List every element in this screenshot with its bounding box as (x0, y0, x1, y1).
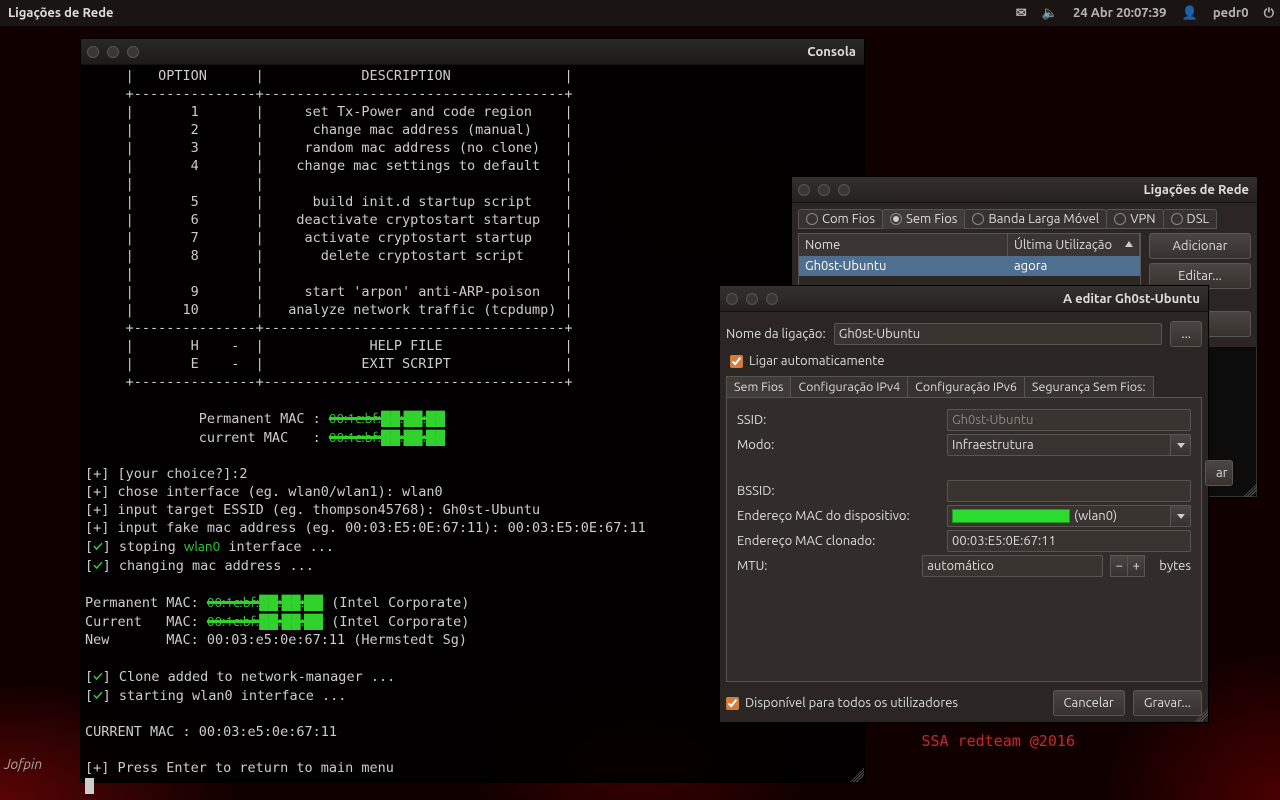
nm-titlebar[interactable]: Ligações de Rede (792, 177, 1257, 203)
radio-icon (806, 213, 818, 225)
bssid-input[interactable] (947, 480, 1191, 502)
connection-type-tab[interactable]: Sem Fios (882, 209, 965, 229)
col-name-header[interactable]: Nome (799, 234, 1008, 256)
system-tray: ✉ 🔈 24 Abr 20:07:39 👤 pedr0 ⏻ (1010, 6, 1280, 21)
edit-connection-dialog: A editar Gh0st-Ubuntu Nome da ligação: .… (719, 285, 1209, 723)
mail-icon[interactable]: ✉ (1016, 6, 1027, 20)
chevron-down-icon[interactable] (1171, 434, 1191, 456)
radio-icon (890, 213, 902, 225)
available-all-users-label: Disponível para todos os utilizadores (745, 696, 958, 710)
edit-tab[interactable]: Configuração IPv6 (907, 376, 1025, 397)
connection-lastused: agora (1008, 256, 1140, 276)
auto-connect-checkbox[interactable] (730, 355, 743, 368)
terminal-titlebar[interactable]: Consola (81, 39, 864, 65)
ssid-input[interactable] (947, 409, 1191, 431)
chevron-down-icon[interactable] (1171, 505, 1191, 527)
nm-title: Ligações de Rede (850, 183, 1251, 197)
mtu-input[interactable] (922, 555, 1103, 577)
connection-type-tab[interactable]: Com Fios (798, 209, 883, 229)
mtu-decrement-button[interactable]: − (1110, 555, 1128, 577)
close-icon[interactable] (726, 293, 738, 305)
connection-name-input[interactable] (834, 323, 1163, 345)
auto-connect-label: Ligar automaticamente (749, 354, 885, 368)
edit-tab[interactable]: Segurança Sem Fios: (1024, 376, 1154, 397)
user-icon: 👤 (1182, 6, 1198, 20)
resize-handle[interactable] (850, 768, 864, 782)
cloned-mac-label: Endereço MAC clonado: (737, 534, 939, 548)
edit-titlebar[interactable]: A editar Gh0st-Ubuntu (720, 286, 1208, 312)
sort-asc-icon (1125, 241, 1133, 247)
power-icon[interactable]: ⏻ (1264, 6, 1274, 20)
radio-icon (1114, 213, 1126, 225)
radio-icon (1171, 213, 1183, 225)
edit-tab[interactable]: Configuração IPv4 (790, 376, 908, 397)
edit-dialog-tabs: Sem FiosConfiguração IPv4Configuração IP… (726, 376, 1202, 397)
terminal-title: Consola (139, 45, 858, 59)
connection-row[interactable]: Gh0st-Ubuntu agora (799, 256, 1140, 276)
close-icon[interactable] (87, 46, 99, 58)
desktop-signature: Jofpin (4, 756, 42, 772)
close-icon[interactable] (798, 184, 810, 196)
device-mac-label: Endereço MAC do dispositivo: (737, 509, 939, 523)
mtu-increment-button[interactable]: + (1127, 555, 1145, 577)
cancel-button[interactable]: Cancelar (1053, 690, 1125, 716)
bssid-label: BSSID: (737, 484, 939, 498)
minimize-icon[interactable] (107, 46, 119, 58)
connection-type-tab[interactable]: VPN (1106, 209, 1163, 229)
more-button[interactable]: ... (1170, 321, 1202, 347)
save-button[interactable]: Gravar... (1133, 690, 1202, 716)
mode-select[interactable] (947, 434, 1171, 456)
connection-type-tab[interactable]: Banda Larga Móvel (964, 209, 1107, 229)
ssid-label: SSID: (737, 413, 939, 427)
col-lastused-header[interactable]: Última Utilização (1008, 234, 1140, 256)
volume-icon[interactable]: 🔈 (1042, 6, 1058, 20)
add-button[interactable]: Adicionar (1149, 233, 1251, 259)
available-all-users-checkbox[interactable] (726, 697, 739, 710)
maximize-icon[interactable] (766, 293, 778, 305)
maximize-icon[interactable] (127, 46, 139, 58)
mtu-label: MTU: (737, 559, 914, 573)
minimize-icon[interactable] (818, 184, 830, 196)
mtu-unit: bytes (1159, 559, 1191, 573)
clock[interactable]: 24 Abr 20:07:39 (1073, 6, 1166, 20)
minimize-icon[interactable] (746, 293, 758, 305)
mode-label: Modo: (737, 438, 939, 452)
active-app-title: Ligações de Rede (0, 6, 122, 20)
device-mac-select[interactable]: (wlan0) (947, 505, 1171, 527)
connection-type-tabs: Com FiosSem FiosBanda Larga MóvelVPNDSL (798, 209, 1251, 229)
resize-handle[interactable] (1194, 708, 1208, 722)
connection-type-tab[interactable]: DSL (1163, 209, 1218, 229)
watermark-text: SSA redteam @2016 (921, 732, 1075, 750)
radio-icon (972, 213, 984, 225)
close-button-partial[interactable]: ar (1205, 460, 1233, 486)
top-panel: Ligações de Rede ✉ 🔈 24 Abr 20:07:39 👤 p… (0, 0, 1280, 26)
connection-name-label: Nome da ligação: (726, 327, 826, 341)
connection-name: Gh0st-Ubuntu (799, 256, 1008, 276)
maximize-icon[interactable] (838, 184, 850, 196)
edit-title: A editar Gh0st-Ubuntu (778, 292, 1202, 306)
user-name[interactable]: pedr0 (1213, 6, 1249, 20)
mac-redacted (952, 509, 1070, 523)
edit-tab[interactable]: Sem Fios (726, 376, 791, 397)
resize-handle[interactable] (1243, 483, 1257, 497)
cloned-mac-input[interactable] (947, 530, 1191, 552)
